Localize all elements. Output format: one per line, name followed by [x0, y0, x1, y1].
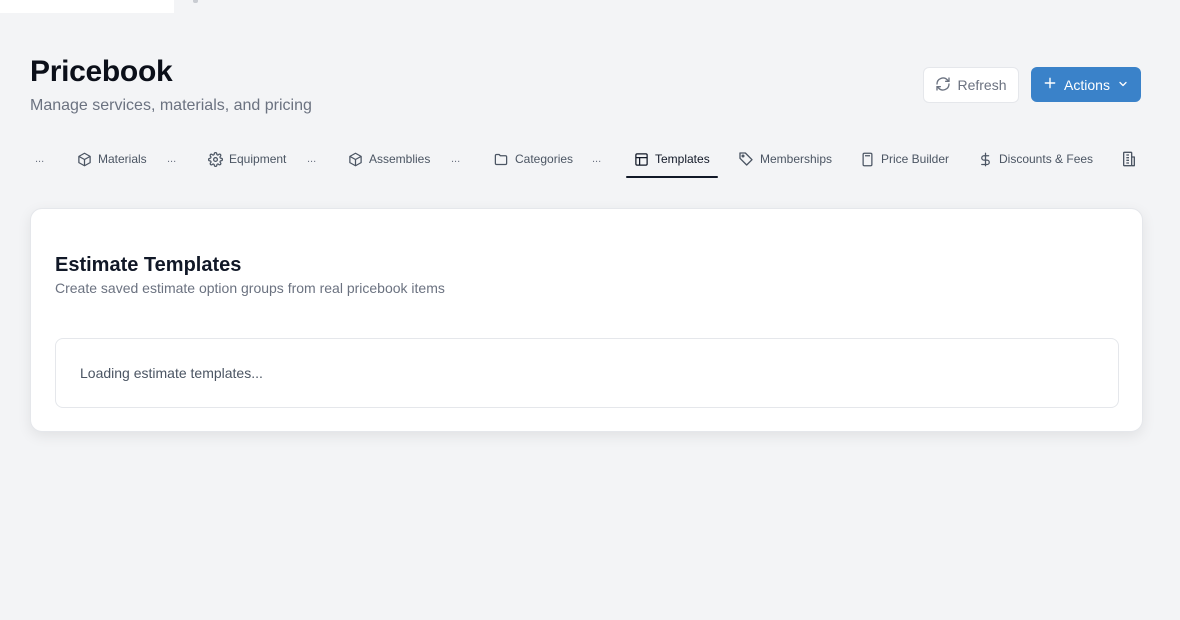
- tab-label: Assemblies: [369, 152, 431, 166]
- refresh-label: Refresh: [957, 77, 1007, 93]
- tab-label: Materials: [98, 152, 147, 166]
- tab-label: Categories: [515, 152, 574, 166]
- cube-icon: [77, 152, 92, 167]
- loading-panel: Loading estimate templates...: [55, 338, 1119, 408]
- tab-label: Memberships: [760, 152, 833, 166]
- tab-materials[interactable]: Materials: [77, 140, 147, 178]
- page-subtitle: Manage services, materials, and pricing: [30, 97, 312, 114]
- plus-icon: [1043, 76, 1057, 93]
- tab-overflow-marker: ...: [35, 153, 45, 165]
- layout-template-icon: [634, 152, 649, 167]
- building-icon: [1121, 151, 1137, 167]
- tab-overflow-marker: ...: [167, 153, 177, 165]
- calculator-icon: [860, 152, 875, 167]
- tab-price-builder[interactable]: Price Builder: [860, 140, 949, 178]
- top-edge-fragment: [193, 0, 198, 3]
- tab-overflow-marker: ...: [451, 153, 461, 165]
- tab-label: Price Builder: [881, 152, 950, 166]
- loading-text: Loading estimate templates...: [80, 365, 263, 381]
- tab-equipment[interactable]: Equipment: [208, 140, 286, 178]
- refresh-button[interactable]: Refresh: [923, 67, 1019, 103]
- actions-button[interactable]: Actions: [1031, 67, 1141, 102]
- tab-templates[interactable]: Templates: [626, 140, 718, 178]
- page-title: Pricebook: [30, 55, 173, 88]
- card-title: Estimate Templates: [55, 254, 242, 276]
- actions-label: Actions: [1064, 76, 1110, 93]
- pricebook-tabs: ... Materials ... Equipment ... Assembli…: [30, 140, 1150, 178]
- card-subtitle: Create saved estimate option groups from…: [55, 280, 445, 296]
- tab-assemblies[interactable]: Assemblies: [348, 140, 430, 178]
- folder-icon: [493, 152, 509, 167]
- cube-icon: [348, 152, 363, 167]
- tab-overflow-building[interactable]: [1121, 140, 1137, 178]
- tag-icon: [738, 151, 754, 167]
- chevron-down-icon: [1117, 77, 1129, 93]
- tab-label: Discounts & Fees: [999, 152, 1094, 166]
- tab-overflow-marker: ...: [307, 153, 317, 165]
- refresh-icon: [935, 76, 951, 95]
- tab-label: Templates: [655, 152, 710, 166]
- gear-icon: [208, 151, 223, 167]
- dollar-icon: [978, 152, 993, 167]
- tab-discounts-fees[interactable]: Discounts & Fees: [978, 140, 1093, 178]
- tab-memberships[interactable]: Memberships: [738, 140, 832, 178]
- top-edge-strip: [0, 0, 174, 13]
- estimate-templates-card: Estimate Templates Create saved estimate…: [30, 208, 1143, 432]
- tab-label: Equipment: [229, 152, 287, 166]
- tab-overflow-marker: ...: [592, 153, 602, 165]
- tab-categories[interactable]: Categories: [493, 140, 573, 178]
